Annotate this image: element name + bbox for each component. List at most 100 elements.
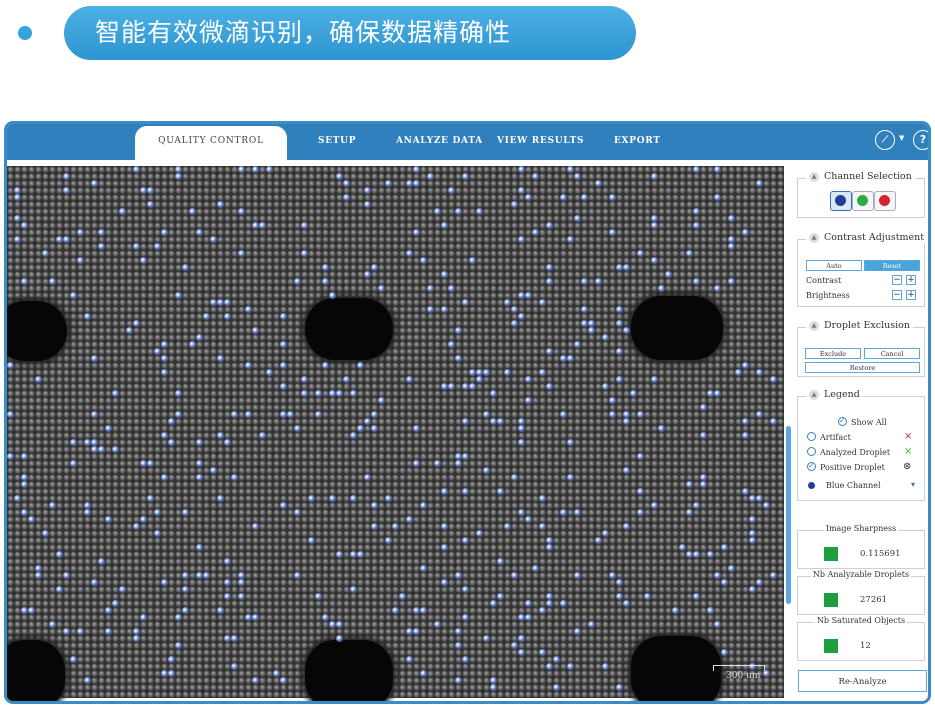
collapse-icon[interactable]: ▲ bbox=[809, 232, 819, 243]
positive-droplet bbox=[455, 453, 462, 460]
channel-red-button[interactable] bbox=[874, 191, 896, 211]
positive-droplet bbox=[175, 166, 182, 173]
positive-droplet bbox=[413, 460, 420, 467]
positive-droplet bbox=[693, 166, 700, 173]
positive-droplet bbox=[182, 264, 189, 271]
status-square bbox=[824, 547, 838, 561]
channel-selection-header[interactable]: ▲ Channel Selection bbox=[806, 171, 915, 182]
positive-droplet bbox=[105, 516, 112, 523]
positive-droplet bbox=[14, 215, 21, 222]
artifact-checkbox[interactable] bbox=[807, 432, 816, 441]
positive-droplet bbox=[252, 523, 259, 530]
help-icon[interactable]: ? bbox=[913, 130, 928, 150]
restore-button[interactable]: Restore bbox=[805, 362, 920, 373]
positive-droplet bbox=[658, 425, 665, 432]
positive-droplet bbox=[546, 544, 553, 551]
positive-droplet bbox=[350, 551, 357, 558]
channel-select[interactable]: Blue Channel bbox=[826, 481, 881, 490]
vertical-scrollbar[interactable] bbox=[786, 426, 791, 604]
positive-droplet bbox=[161, 369, 168, 376]
analyzed-droplet-checkbox[interactable] bbox=[807, 447, 816, 456]
positive-droplet bbox=[252, 222, 259, 229]
droplet-image-view[interactable]: 300 um bbox=[7, 166, 784, 701]
tab-analyze-data[interactable]: ANALYZE DATA bbox=[396, 136, 483, 146]
positive-droplet bbox=[140, 460, 147, 467]
positive-droplet bbox=[329, 621, 336, 628]
tab-view-results[interactable]: VIEW RESULTS bbox=[497, 136, 584, 146]
tab-quality-control[interactable]: QUALITY CONTROL bbox=[135, 126, 287, 162]
channel-blue-button[interactable] bbox=[830, 191, 852, 211]
collapse-icon[interactable]: ▲ bbox=[809, 320, 819, 331]
positive-droplet bbox=[490, 684, 497, 691]
positive-droplet bbox=[182, 509, 189, 516]
positive-droplet bbox=[728, 215, 735, 222]
brightness-plus-button[interactable]: + bbox=[906, 290, 916, 300]
chevron-down-icon[interactable]: ▼ bbox=[899, 134, 904, 142]
contrast-label: Contrast bbox=[806, 276, 842, 285]
legend-header[interactable]: ▲ Legend bbox=[806, 389, 863, 400]
positive-droplet bbox=[308, 495, 315, 502]
positive-droplet bbox=[511, 572, 518, 579]
contrast-minus-button[interactable]: − bbox=[892, 275, 902, 285]
positive-droplet bbox=[567, 166, 574, 173]
positive-droplet bbox=[476, 369, 483, 376]
positive-droplet bbox=[602, 663, 609, 670]
channel-selection-title: Channel Selection bbox=[824, 171, 912, 182]
positive-droplet bbox=[448, 285, 455, 292]
positive-droplet bbox=[105, 607, 112, 614]
contrast-header[interactable]: ▲ Contrast Adjustment bbox=[806, 232, 928, 243]
positive-droplet bbox=[91, 355, 98, 362]
channel-green-button[interactable] bbox=[852, 191, 874, 211]
positive-droplet bbox=[658, 285, 665, 292]
saturated-objects-title: Nb Saturated Objects bbox=[814, 616, 908, 625]
positive-droplet bbox=[63, 187, 70, 194]
blue-channel-swatch bbox=[808, 482, 815, 489]
positive-droplet bbox=[462, 656, 469, 663]
positive-droplet bbox=[231, 663, 238, 670]
positive-droplet bbox=[364, 474, 371, 481]
positive-droplet bbox=[616, 348, 623, 355]
positive-droplet bbox=[105, 425, 112, 432]
reset-button[interactable]: Reset bbox=[864, 260, 920, 271]
positive-droplet bbox=[350, 432, 357, 439]
re-analyze-button[interactable]: Re-Analyze bbox=[798, 670, 927, 692]
positive-droplet bbox=[546, 663, 553, 670]
positive-droplet bbox=[721, 579, 728, 586]
tab-export[interactable]: EXPORT bbox=[614, 136, 661, 146]
positive-droplet bbox=[91, 439, 98, 446]
positive-droplet bbox=[154, 530, 161, 537]
contrast-plus-button[interactable]: + bbox=[906, 275, 916, 285]
positive-droplet bbox=[133, 635, 140, 642]
positive-droplet bbox=[161, 432, 168, 439]
droplet-exclusion-header[interactable]: ▲ Droplet Exclusion bbox=[806, 320, 913, 331]
positive-droplet bbox=[728, 236, 735, 243]
positive-droplet bbox=[490, 600, 497, 607]
positive-droplet bbox=[490, 418, 497, 425]
auto-button[interactable]: Auto bbox=[806, 260, 862, 271]
positive-droplet bbox=[763, 670, 770, 677]
image-sharpness-value: 0.115691 bbox=[860, 549, 901, 559]
cancel-button[interactable]: Cancel bbox=[864, 348, 920, 359]
brightness-minus-button[interactable]: − bbox=[892, 290, 902, 300]
positive-droplet bbox=[518, 649, 525, 656]
collapse-icon[interactable]: ▲ bbox=[809, 171, 819, 182]
analyzed-droplet-label: Analyzed Droplet bbox=[820, 448, 891, 457]
positive-droplet bbox=[539, 607, 546, 614]
exclude-button[interactable]: Exclude bbox=[805, 348, 861, 359]
positive-droplet bbox=[287, 411, 294, 418]
collapse-icon[interactable]: ▲ bbox=[809, 389, 819, 400]
positive-droplet bbox=[623, 523, 630, 530]
positive-droplet bbox=[616, 320, 623, 327]
positive-droplet bbox=[518, 236, 525, 243]
positive-droplet bbox=[280, 362, 287, 369]
positive-droplet bbox=[238, 208, 245, 215]
chart-settings-icon[interactable]: ⟋ bbox=[875, 130, 895, 150]
chevron-down-icon[interactable]: ▾ bbox=[911, 480, 915, 489]
positive-droplet bbox=[749, 530, 756, 537]
positive-droplet bbox=[490, 390, 497, 397]
positive-droplet bbox=[231, 411, 238, 418]
positive-droplet bbox=[84, 313, 91, 320]
positive-droplet bbox=[525, 292, 532, 299]
positive-droplet bbox=[357, 362, 364, 369]
tab-setup[interactable]: SETUP bbox=[318, 136, 356, 146]
